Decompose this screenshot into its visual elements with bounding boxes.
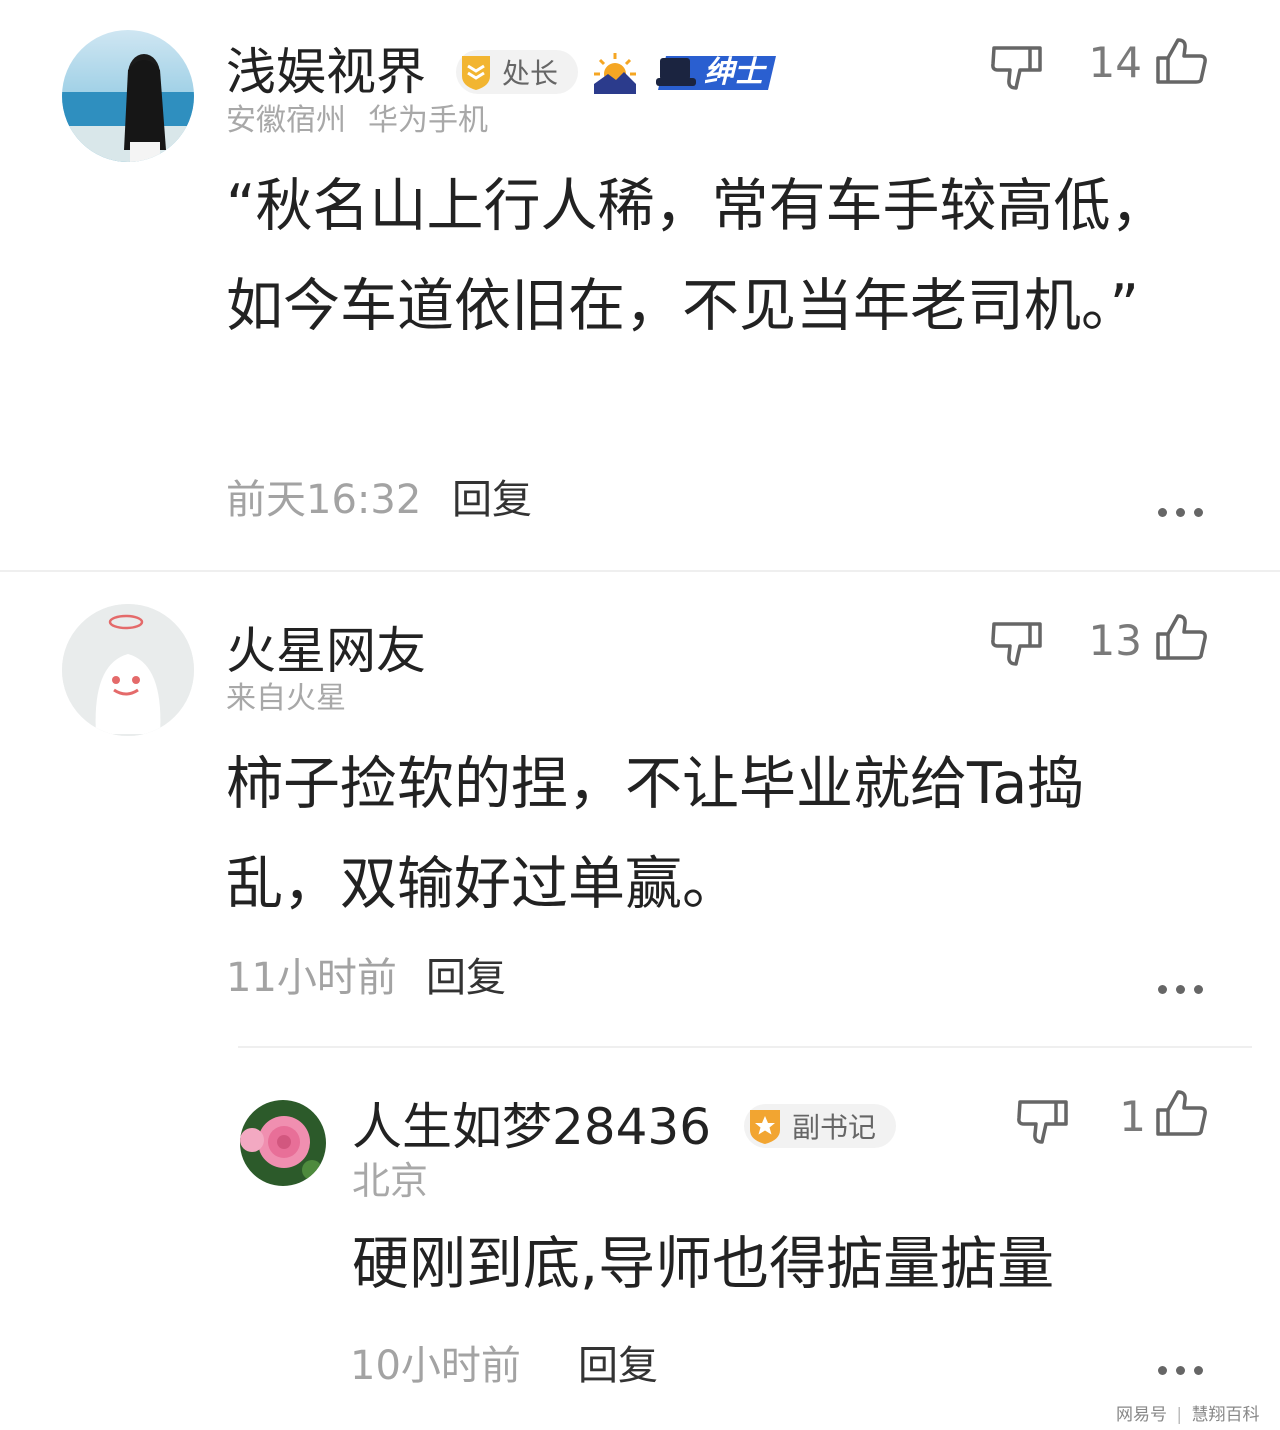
username[interactable]: 浅娱视界 [226,47,426,97]
location: 安徽宿州 [226,103,346,138]
like-count: 1 [1119,1092,1146,1141]
badge-shield-icon [462,56,490,90]
avatar[interactable] [62,30,194,162]
avatar[interactable] [240,1100,326,1186]
timestamp: 10小时前 [350,1343,521,1389]
sunrise-icon[interactable] [592,50,638,96]
more-options-icon[interactable] [1158,985,1203,994]
gentleman-tag[interactable]: 绅士 [652,50,780,96]
like-button[interactable] [1154,34,1210,90]
thumbs-up-icon [1156,614,1207,660]
watermark-author: 慧翔百科 [1191,1405,1260,1425]
watermark-source: 网易号 [1116,1405,1167,1425]
watermark-separator: | [1176,1405,1183,1425]
more-options-icon[interactable] [1158,1366,1203,1375]
watermark: 网易号 | 慧翔百科 [1116,1400,1260,1425]
reply-divider [238,1046,1252,1048]
thumbs-down-icon [1017,1100,1068,1144]
comment-text: 柿子捡软的捏，不让毕业就给Ta捣乱，双输好过单赢。 [226,751,1085,917]
reply-button[interactable]: 回复 [578,1346,658,1386]
badge-label: 副书记 [792,1111,877,1144]
rank-badge[interactable]: 处长 [456,50,578,94]
comment-text: 硬刚到底,导师也得掂量掂量 [352,1231,1055,1297]
dislike-button[interactable] [1014,1094,1070,1150]
thumbs-up-icon [1156,38,1207,84]
badge-label: 处长 [502,57,559,90]
like-count: 14 [1088,38,1142,87]
device: 华为手机 [368,103,488,138]
timestamp: 前天16:32 [226,477,422,523]
rose-avatar [240,1100,326,1186]
default-avatar-icon [62,604,194,736]
location: 北京 [352,1159,429,1203]
thumbs-down-icon [991,46,1042,90]
avatar-photo [62,30,194,162]
dislike-button[interactable] [988,40,1044,96]
username[interactable]: 人生如梦28436 [352,1102,711,1152]
thumbs-up-icon [1156,1090,1207,1136]
tag-label: 绅士 [704,55,764,90]
avatar[interactable] [62,604,194,736]
timestamp: 11小时前 [226,955,397,1001]
like-button[interactable] [1154,610,1210,666]
location: 来自火星 [226,681,346,716]
location-info: 安徽宿州 华为手机 [226,106,488,136]
thumbs-down-icon [991,622,1042,666]
dislike-button[interactable] [988,616,1044,672]
star-badge-icon [750,1110,780,1144]
rank-badge[interactable]: 副书记 [744,1104,896,1148]
like-button[interactable] [1154,1086,1210,1142]
comment-text: “秋名山上行人稀，常有车手较高低，如今车道依旧在，不见当年老司机。” [226,173,1168,339]
more-options-icon[interactable] [1158,508,1203,517]
reply-button[interactable]: 回复 [426,958,506,998]
like-count: 13 [1088,616,1142,665]
reply-button[interactable]: 回复 [452,480,532,520]
divider [0,570,1280,572]
username[interactable]: 火星网友 [226,626,426,676]
